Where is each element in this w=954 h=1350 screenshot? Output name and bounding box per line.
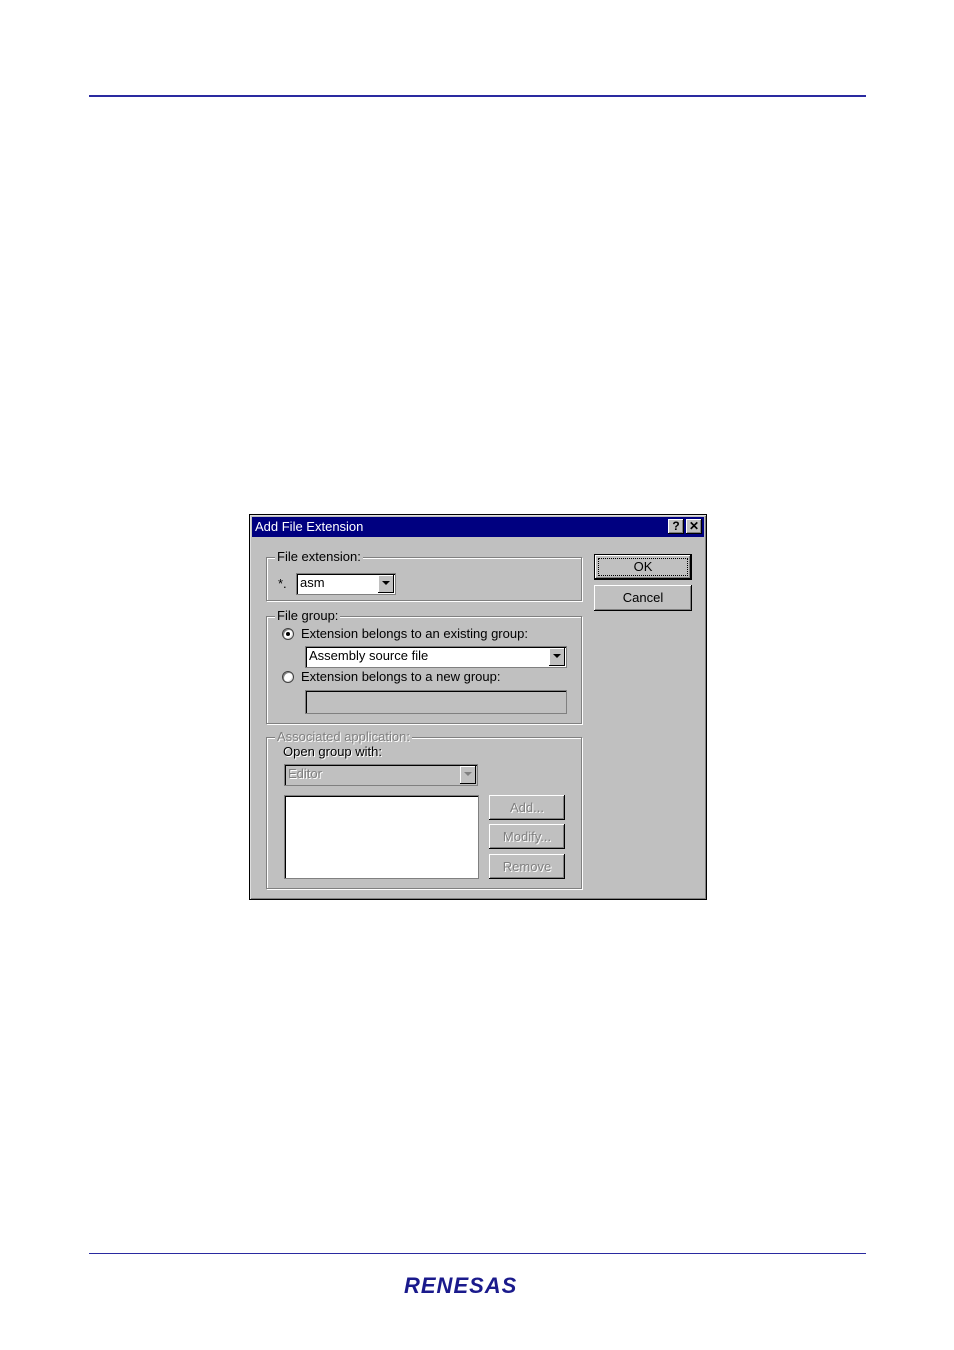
extension-combobox[interactable]: asm — [296, 573, 396, 595]
modify-button[interactable]: Modify... — [489, 824, 565, 849]
remove-button[interactable]: Remove — [489, 854, 565, 879]
header-rule — [89, 95, 866, 97]
application-listbox[interactable] — [284, 795, 479, 879]
extension-prefix: *. — [278, 576, 287, 591]
logo-text: RENESAS — [404, 1273, 517, 1298]
footer-rule — [89, 1253, 866, 1254]
chevron-down-icon[interactable] — [460, 766, 476, 784]
open-group-with-value: Editor — [288, 766, 322, 781]
dialog-title: Add File Extension — [255, 519, 364, 534]
cancel-button[interactable]: Cancel — [594, 585, 692, 611]
add-button[interactable]: Add... — [489, 795, 565, 820]
help-button[interactable]: ? — [668, 519, 684, 534]
ok-label: OK — [633, 559, 653, 574]
open-group-with-combobox[interactable]: Editor — [284, 764, 478, 786]
existing-group-radio[interactable] — [282, 628, 294, 640]
open-group-with-label: Open group with: — [283, 744, 383, 759]
chevron-down-icon[interactable] — [549, 648, 565, 666]
file-group-legend: File group: — [275, 608, 341, 624]
existing-group-value: Assembly source file — [309, 648, 429, 663]
existing-group-combobox[interactable]: Assembly source file — [305, 646, 567, 668]
existing-group-label: Extension belongs to an existing group: — [301, 626, 528, 641]
close-button[interactable]: ✕ — [686, 519, 702, 534]
logo-graphic: RENESAS — [404, 1273, 517, 1298]
extension-value: asm — [300, 575, 325, 590]
chevron-down-icon[interactable] — [378, 575, 394, 593]
dialog-titlebar[interactable]: Add File Extension ? ✕ — [252, 517, 704, 537]
new-group-input[interactable] — [305, 690, 567, 714]
ok-button[interactable]: OK — [594, 554, 692, 580]
associated-application-legend: Associated application: — [275, 729, 412, 745]
add-file-extension-dialog: Add File Extension ? ✕ File extension: *… — [249, 514, 707, 900]
new-group-label: Extension belongs to a new group: — [301, 669, 501, 684]
new-group-radio[interactable] — [282, 671, 294, 683]
file-extension-legend: File extension: — [275, 549, 363, 565]
renesas-logo: RENESAS — [400, 1266, 560, 1306]
